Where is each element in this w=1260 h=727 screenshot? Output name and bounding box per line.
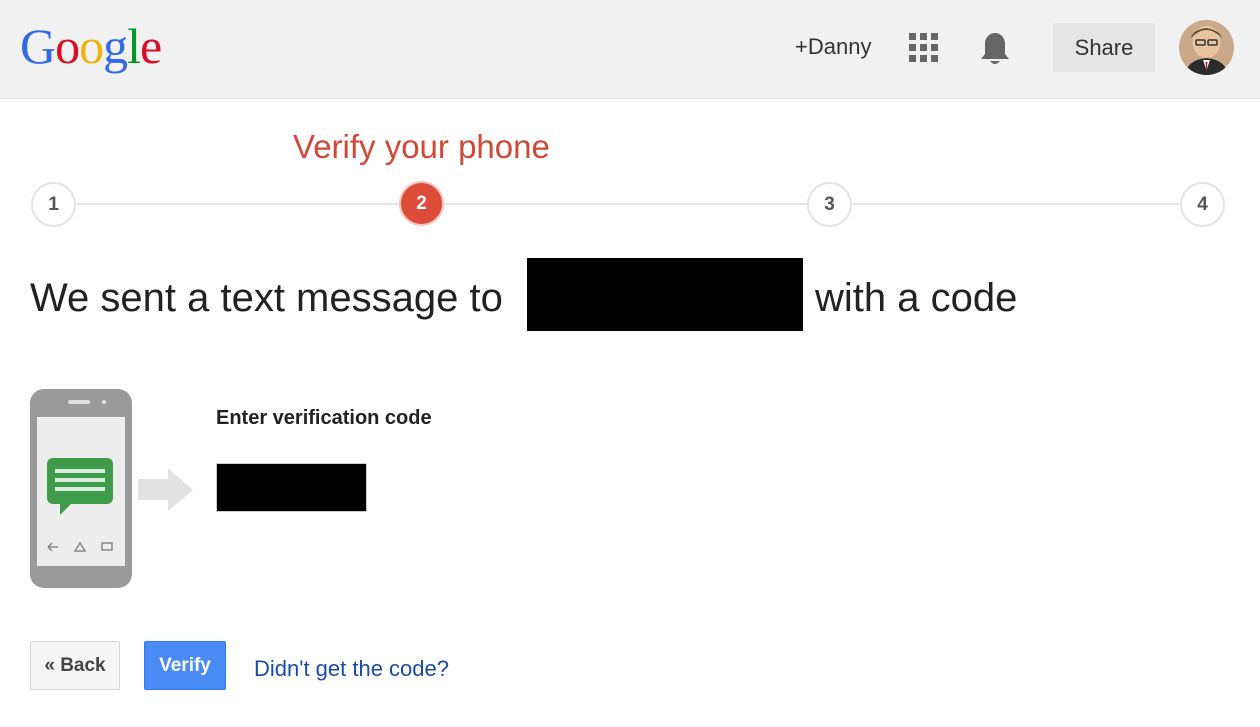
phone-sms-illustration	[30, 389, 200, 589]
step-progress-line	[54, 203, 1202, 205]
step-4: 4	[1180, 182, 1225, 227]
step-3: 3	[807, 182, 852, 227]
avatar[interactable]	[1179, 20, 1234, 75]
share-button[interactable]: Share	[1053, 23, 1155, 72]
apps-grid-icon[interactable]	[909, 33, 938, 62]
google-logo[interactable]: Google	[20, 16, 162, 76]
logo-letter: e	[140, 18, 162, 74]
step-title: Verify your phone	[293, 128, 550, 165]
logo-letter: o	[55, 18, 80, 74]
back-button[interactable]: « Back	[30, 641, 120, 690]
logo-letter: o	[79, 18, 104, 74]
top-bar: Google +Danny Share	[0, 0, 1260, 99]
redacted-phone-number	[527, 258, 803, 331]
verification-code-input[interactable]	[216, 463, 367, 512]
logo-letter: G	[20, 18, 56, 74]
user-profile-link[interactable]: +Danny	[795, 34, 871, 60]
step-1: 1	[31, 182, 76, 227]
logo-letter: g	[103, 18, 128, 74]
logo-letter: l	[127, 18, 141, 74]
sent-message-suffix: with a code	[815, 276, 1018, 320]
verification-code-label: Enter verification code	[216, 407, 432, 429]
sent-message-prefix: We sent a text message to	[30, 276, 503, 320]
resend-code-link[interactable]: Didn't get the code?	[254, 656, 449, 682]
verify-button[interactable]: Verify	[144, 641, 226, 690]
step-2-active: 2	[399, 181, 444, 226]
bell-icon[interactable]	[979, 31, 1011, 67]
